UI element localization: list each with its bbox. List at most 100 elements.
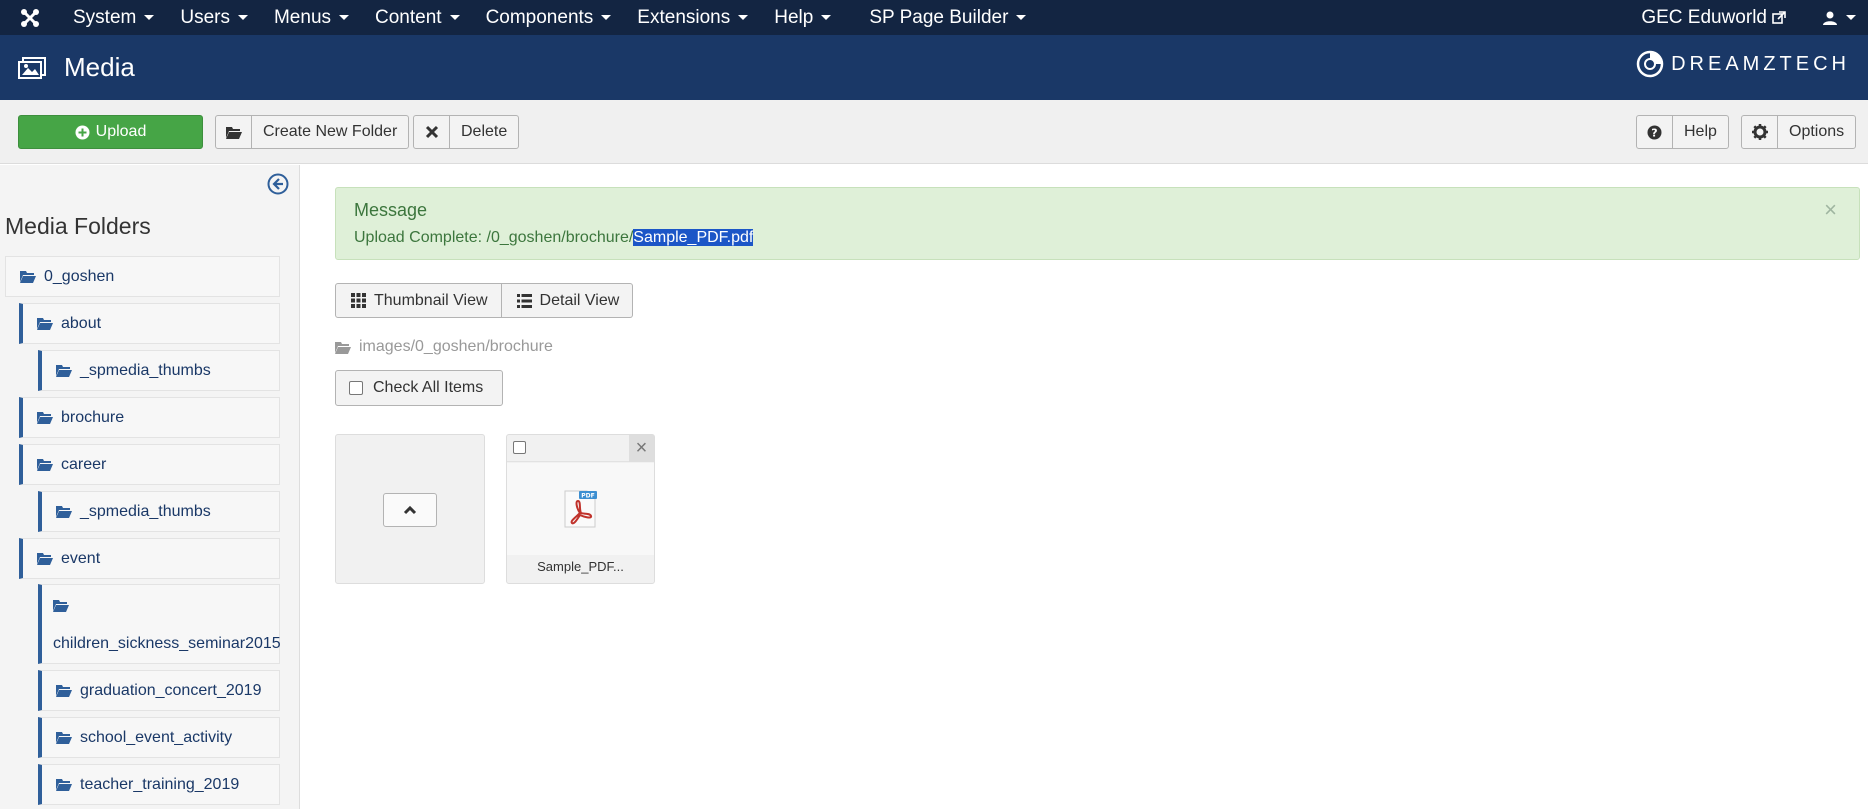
brand-logo: DREAMZTECH [1635,49,1850,79]
collapse-sidebar-icon[interactable] [267,173,289,195]
folder-school-event-activity[interactable]: school_event_activity [38,717,280,758]
folder-open-icon [56,365,72,377]
dreamztech-logo-icon [1636,50,1664,78]
folder-about[interactable]: about [19,303,280,344]
parent-folder-tile[interactable] [335,434,485,584]
folder-label: event [61,549,101,567]
menu-label: Components [485,6,594,28]
external-link-icon [1772,10,1786,24]
file-thumbnail[interactable]: PDF [507,463,654,555]
file-name: Sample_PDF... [537,559,624,574]
create-folder-label: Create New Folder [263,123,398,140]
caret-down-icon [237,15,248,20]
caret-down-icon [601,15,612,20]
options-button[interactable]: Options [1741,115,1857,149]
navbar-right: GEC Eduworld [1641,0,1868,35]
folder-label: brochure [61,408,125,426]
folder-label: _spmedia_thumbs [80,502,211,520]
folder-open-icon [53,600,69,612]
folder-teacher-training-2019[interactable]: teacher_training_2019 [38,764,280,805]
caret-down-icon [1846,15,1856,20]
folder-open-icon [37,553,53,565]
folder-label: 0_goshen [44,267,115,285]
folder-label: children_sickness_seminar2015 [53,635,281,652]
options-label: Options [1789,123,1845,140]
folder-open-icon [56,732,72,744]
sidebar-title: Media Folders [5,213,151,239]
menu-sp-page-builder[interactable]: SP Page Builder [856,7,1039,29]
folder-open-icon [56,506,72,518]
close-icon[interactable]: × [1824,199,1837,221]
caret-down-icon [738,15,749,20]
folder-label: career [61,455,107,473]
svg-text:?: ? [1651,126,1657,139]
toolbar: Upload Create New Folder Delete ? Help O… [0,100,1868,164]
menu-extensions[interactable]: Extensions [624,7,761,29]
file-checkbox[interactable] [513,441,526,454]
site-link[interactable]: GEC Eduworld [1641,7,1786,29]
menu-label: Menus [273,6,332,28]
create-folder-button[interactable]: Create New Folder [215,115,410,149]
menu-label: Content [375,6,442,28]
delete-file-icon[interactable]: × [629,435,654,462]
user-menu[interactable] [1822,10,1856,26]
help-button[interactable]: ? Help [1636,115,1729,149]
view-toggle: Thumbnail View Detail View [335,283,634,318]
menu-system[interactable]: System [60,7,167,29]
caret-down-icon [1016,15,1027,20]
folder-label: teacher_training_2019 [80,775,240,793]
file-tile-header: × [507,435,654,462]
menu-help[interactable]: Help [761,7,844,29]
delete-button[interactable]: Delete [413,115,520,149]
check-all-button[interactable]: Check All Items [335,370,503,406]
folder-open-icon [56,779,72,791]
top-navbar: System Users Menus Content Components Ex… [0,0,1868,35]
detail-view-button[interactable]: Detail View [501,283,634,318]
folder-open-icon [20,271,36,283]
upload-button[interactable]: Upload [18,115,203,149]
site-label: GEC Eduworld [1641,6,1767,28]
gear-icon [1742,116,1778,148]
caret-down-icon [144,15,155,20]
folder-label: _spmedia_thumbs [80,361,211,379]
menu-label: Extensions [637,6,731,28]
folder-open-icon [56,685,72,697]
thumbnail-view-label: Thumbnail View [374,291,488,309]
message-filename: Sample_PDF.pdf [633,229,754,246]
folder-label: school_event_activity [80,728,233,746]
joomla-icon[interactable] [0,0,60,35]
folder-children-sickness-seminar2015[interactable]: children_sickness_seminar2015 [38,584,281,664]
current-path: images/0_goshen/brochure [335,338,553,356]
menu-components[interactable]: Components [473,7,625,29]
thumbnail-view-button[interactable]: Thumbnail View [335,283,502,318]
folder-spmedia-thumbs[interactable]: _spmedia_thumbs [38,350,280,391]
pdf-icon: PDF [564,490,597,528]
file-tile[interactable]: × PDF Sample_PDF... [506,434,655,584]
folder-career[interactable]: career [19,444,280,485]
path-text: images/0_goshen/brochure [359,338,553,355]
folder-open-icon [37,318,53,330]
message-title: Message [354,200,428,220]
image-icon [18,56,46,79]
upload-label: Upload [95,123,147,140]
folder-graduation-concert-2019[interactable]: graduation_concert_2019 [38,670,280,711]
caret-down-icon [339,15,350,20]
page-header: Media DREAMZTECH [0,35,1868,100]
folder-0-goshen[interactable]: 0_goshen [5,256,280,297]
folder-up-button[interactable] [383,493,437,527]
message-text: Upload Complete: /0_goshen/brochure/Samp… [354,229,754,247]
checkbox[interactable] [349,381,363,395]
menu-menus[interactable]: Menus [261,7,362,29]
caret-down-icon [449,15,460,20]
menu-label: Help [774,6,814,28]
question-circle-icon: ? [1637,116,1673,148]
page-title: Media [64,52,135,82]
menu-users[interactable]: Users [167,7,261,29]
folder-brochure[interactable]: brochure [19,397,280,438]
grid-icon [351,293,366,308]
folder-event[interactable]: event [19,538,280,579]
list-icon [516,293,532,308]
menu-label: SP Page Builder [869,6,1009,28]
menu-content[interactable]: Content [362,7,473,29]
folder-spmedia-thumbs[interactable]: _spmedia_thumbs [38,491,280,532]
